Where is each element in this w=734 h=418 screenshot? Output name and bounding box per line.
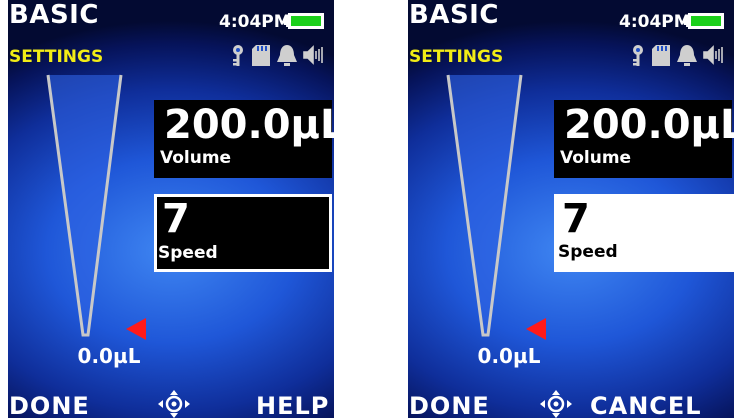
- key-icon: [233, 45, 243, 66]
- key-icon: [633, 45, 643, 66]
- battery-icon: [284, 13, 324, 29]
- speed-value: 7: [162, 196, 190, 242]
- sd-card-icon: [652, 45, 670, 66]
- volume-setting[interactable]: 200.0µL Volume: [154, 100, 334, 178]
- speed-setting-editing[interactable]: 7 Speed: [554, 194, 734, 272]
- speed-setting[interactable]: 7 Speed: [154, 194, 332, 272]
- volume-setting[interactable]: 200.0µL Volume: [554, 100, 734, 178]
- done-softkey[interactable]: DONE: [409, 392, 490, 418]
- battery-icon: [684, 13, 724, 29]
- clock: 4:04PM: [219, 12, 291, 32]
- navigation-pad-icon[interactable]: [540, 390, 572, 418]
- pipette-tip-graphic: [46, 74, 123, 337]
- speed-value: 7: [562, 196, 590, 242]
- volume-value: 200.0µL: [164, 102, 334, 148]
- pipette-screen-help: BASIC SETTINGS 4:04PM 0.0µL 200.0µL Volu…: [8, 0, 334, 418]
- speed-label: Speed: [158, 243, 218, 263]
- speaker-icon: [703, 45, 723, 65]
- speed-label: Speed: [558, 242, 618, 262]
- level-marker: [126, 318, 146, 340]
- tip-volume-readout: 0.0µL: [477, 344, 541, 368]
- volume-label: Volume: [560, 148, 632, 168]
- pipette-screen-cancel: BASIC SETTINGS 4:04PM 0.0µL 200.0µL Volu…: [408, 0, 734, 418]
- tip-volume-readout: 0.0µL: [77, 344, 141, 368]
- help-softkey[interactable]: HELP: [256, 392, 329, 418]
- sd-card-icon: [252, 45, 270, 66]
- volume-label: Volume: [160, 148, 232, 168]
- level-marker: [526, 318, 546, 340]
- bell-icon: [277, 45, 297, 66]
- status-icon-bar: [632, 42, 732, 68]
- pipette-tip-graphic: [446, 74, 523, 337]
- status-icon-bar: [232, 42, 332, 68]
- navigation-pad-icon[interactable]: [158, 390, 190, 418]
- bell-icon: [677, 45, 697, 66]
- clock: 4:04PM: [619, 12, 691, 32]
- done-softkey[interactable]: DONE: [9, 392, 90, 418]
- volume-value: 200.0µL: [564, 102, 734, 148]
- cancel-softkey[interactable]: CANCEL: [590, 392, 702, 418]
- speaker-icon: [303, 45, 323, 65]
